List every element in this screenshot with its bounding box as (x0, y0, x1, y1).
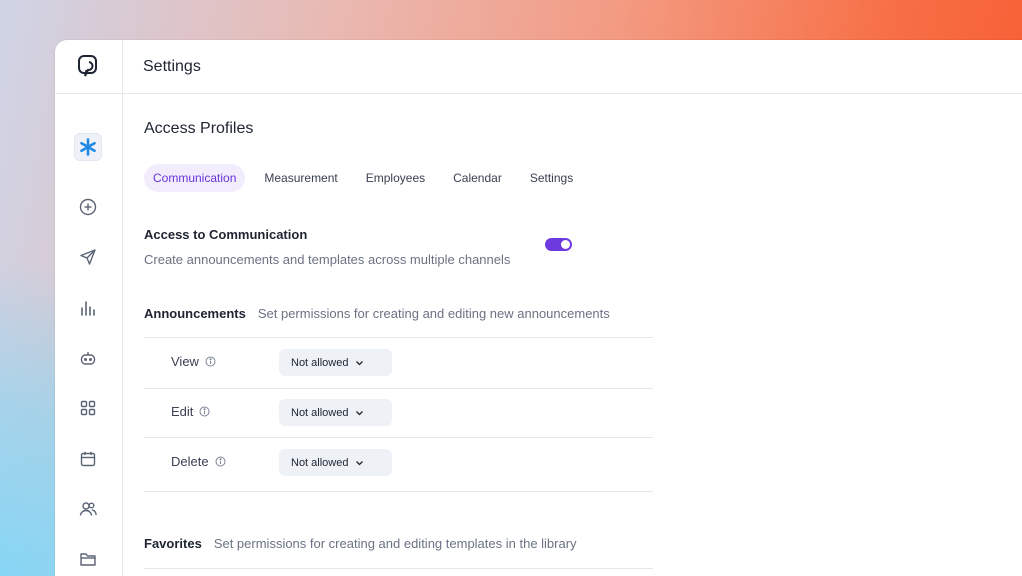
sidebar-item-analytics[interactable] (74, 294, 102, 322)
tab-communication[interactable]: Communication (144, 164, 246, 192)
sidebar-item-people[interactable] (74, 495, 102, 523)
page-title: Settings (143, 58, 201, 75)
folder-icon (80, 553, 96, 566)
grid-icon (80, 400, 96, 416)
topbar: Settings (123, 40, 1022, 94)
section-heading: Access Profiles (144, 120, 254, 137)
send-icon (80, 249, 96, 265)
announcements-description: Set permissions for creating and editing… (257, 306, 610, 321)
sidebar-item-create[interactable] (74, 193, 102, 221)
permission-select-view[interactable]: Not allowed (279, 349, 392, 376)
app-window: Settings Access Profiles Communication M… (55, 40, 1022, 576)
tab-settings[interactable]: Settings (521, 164, 582, 192)
divider (144, 568, 653, 569)
asterisk-icon (80, 138, 96, 156)
toggle-knob (561, 240, 570, 249)
select-value: Not allowed (291, 406, 349, 419)
sidebar-item-calendar[interactable] (74, 445, 102, 473)
favorites-title: Favorites (144, 536, 202, 551)
sidebar-item-bot[interactable] (74, 344, 102, 372)
sidebar-item-files[interactable] (74, 545, 102, 573)
info-icon[interactable] (199, 406, 210, 417)
announcements-header: Announcements Set permissions for creatin… (144, 306, 610, 321)
divider (144, 491, 653, 492)
permission-label-text: Delete (171, 454, 209, 469)
permission-label-text: Edit (171, 404, 194, 419)
chevron-down-icon (355, 410, 364, 416)
access-title: Access to Communication (144, 227, 308, 242)
profile-tabs: Communication Measurement Employees Cale… (144, 164, 592, 192)
chevron-down-icon (355, 460, 364, 466)
info-icon[interactable] (205, 356, 216, 367)
permission-select-delete[interactable]: Not allowed (279, 449, 392, 476)
main-content: Access Profiles Communication Measuremen… (144, 94, 1022, 576)
permission-label: View (171, 354, 216, 369)
select-value: Not allowed (291, 356, 349, 369)
access-description: Create announcements and templates acros… (144, 252, 511, 267)
tab-employees[interactable]: Employees (357, 164, 434, 192)
permission-label: Edit (171, 404, 210, 419)
permission-select-edit[interactable]: Not allowed (279, 399, 392, 426)
permission-row-edit: Edit Not allowed (144, 388, 653, 438)
bot-icon (80, 352, 96, 365)
sidebar-item-send[interactable] (74, 243, 102, 271)
permission-label: Delete (171, 454, 226, 469)
bar-chart-icon (81, 301, 95, 316)
tab-calendar[interactable]: Calendar (444, 164, 511, 192)
announcements-title: Announcements (144, 306, 246, 321)
favorites-header: Favorites Set permissions for creating an… (144, 536, 577, 551)
calendar-icon (80, 451, 96, 467)
app-logo[interactable] (55, 40, 123, 94)
permission-row-delete: Delete Not allowed (144, 438, 653, 488)
chevron-down-icon (355, 360, 364, 366)
users-icon (79, 502, 97, 516)
access-toggle[interactable] (545, 238, 572, 251)
logo-icon (78, 54, 97, 76)
permission-row-view: View Not allowed (144, 338, 653, 388)
sidebar-item-home[interactable] (74, 133, 102, 161)
sidebar-item-apps[interactable] (74, 394, 102, 422)
plus-circle-icon (79, 198, 97, 216)
select-value: Not allowed (291, 456, 349, 469)
permission-label-text: View (171, 354, 199, 369)
sidebar (55, 40, 123, 576)
favorites-description: Set permissions for creating and editing… (213, 536, 577, 551)
info-icon[interactable] (215, 456, 226, 467)
tab-measurement[interactable]: Measurement (255, 164, 346, 192)
